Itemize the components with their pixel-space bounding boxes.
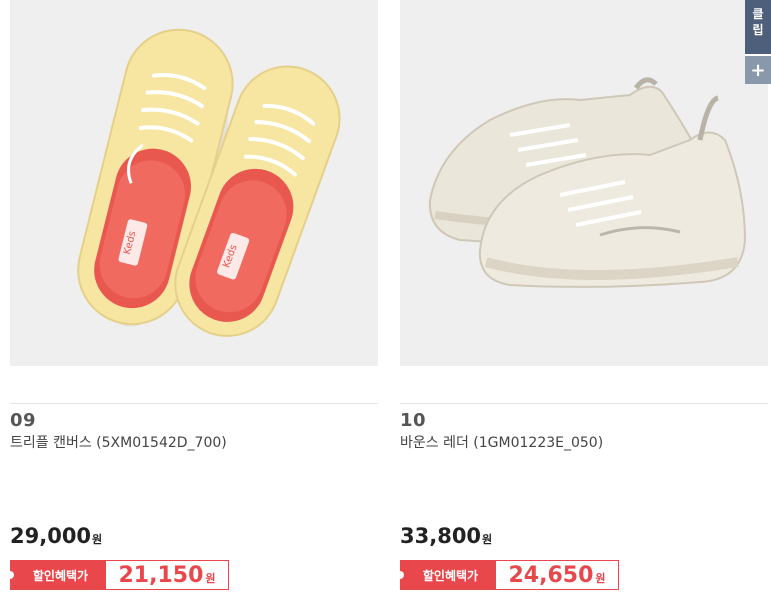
discount-price-unit: 원	[205, 572, 216, 585]
price-value: 29,000	[10, 524, 92, 548]
discount-label: 할인혜택가	[396, 560, 495, 590]
product-name[interactable]: 트리플 캔버스 (5XM01542D_700)	[10, 432, 227, 452]
product-card[interactable]: 10 바운스 레더 (1GM01223E_050) 33,800원 할인혜택가 …	[396, 0, 768, 614]
price-unit: 원	[92, 533, 103, 546]
product-price: 33,800원	[400, 524, 492, 548]
clip-button[interactable]: 클 립	[745, 0, 771, 54]
discount-price-unit: 원	[595, 572, 606, 585]
cream-chunky-sneakers-image	[400, 0, 768, 366]
discount-price-badge: 할인혜택가 24,650 원	[396, 560, 619, 590]
plus-button[interactable]: +	[745, 56, 771, 84]
price-unit: 원	[482, 533, 493, 546]
discount-price-value: 21,150	[118, 562, 204, 588]
side-floating-widget: 클 립 +	[745, 0, 771, 84]
discount-price: 21,150 원	[105, 560, 229, 590]
discount-price: 24,650 원	[495, 560, 619, 590]
discount-label: 할인혜택가	[6, 560, 105, 590]
divider	[10, 403, 378, 404]
product-image[interactable]: Keds Keds	[10, 0, 378, 366]
product-rank: 09	[10, 410, 37, 431]
yellow-canvas-sneakers-image: Keds Keds	[10, 0, 378, 366]
product-rank: 10	[400, 410, 427, 431]
clip-label-line2: 립	[752, 23, 764, 37]
plus-icon: +	[750, 59, 766, 81]
product-card[interactable]: Keds Keds 09 트리플 캔버스 (5XM01542D_700) 29,…	[6, 0, 378, 614]
discount-price-badge: 할인혜택가 21,150 원	[6, 560, 229, 590]
product-image[interactable]	[400, 0, 768, 366]
clip-label-line1: 클	[752, 7, 764, 21]
discount-price-value: 24,650	[508, 562, 594, 588]
price-value: 33,800	[400, 524, 482, 548]
product-name[interactable]: 바운스 레더 (1GM01223E_050)	[400, 432, 603, 452]
divider	[400, 403, 768, 404]
product-price: 29,000원	[10, 524, 102, 548]
